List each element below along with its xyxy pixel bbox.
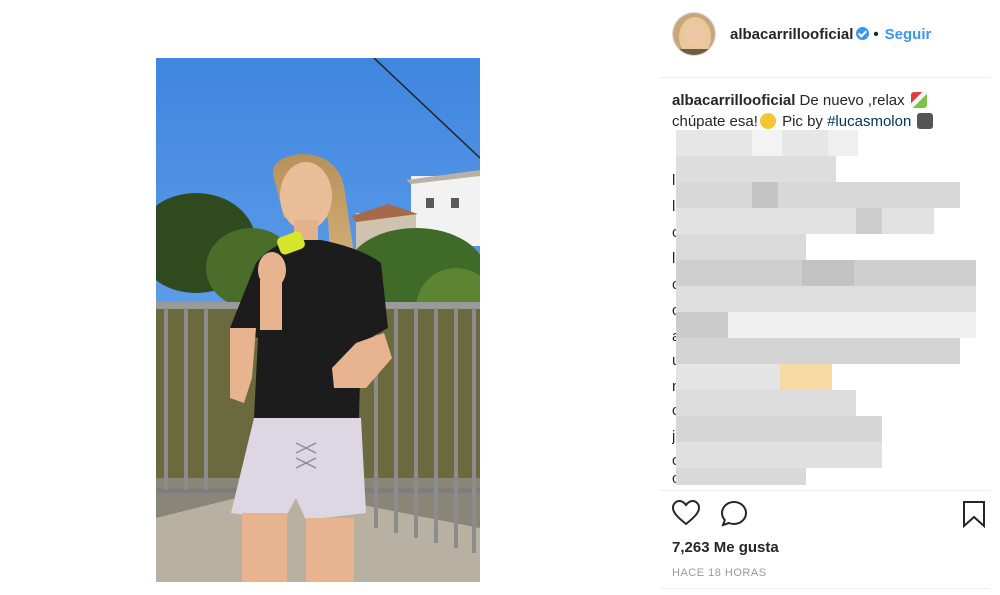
pixelation-block (676, 156, 836, 182)
verified-badge-icon (856, 27, 870, 40)
avatar[interactable] (672, 12, 716, 56)
username-link[interactable]: albacarrillooficial (730, 26, 853, 43)
heart-icon[interactable] (671, 499, 701, 531)
post-sidebar: albacarrillooficial • Seguir albacarrilloo… (660, 0, 990, 595)
pixelation-block (676, 312, 728, 338)
pixelation-block (676, 338, 960, 364)
pixelation-block (676, 234, 806, 260)
divider (660, 490, 990, 491)
pixelation-block (728, 312, 976, 338)
pixelation-block (676, 182, 960, 208)
post-timestamp[interactable]: HACE 18 HORAS (672, 567, 767, 579)
likes-count[interactable]: 7,263 Me gusta (672, 539, 779, 556)
post-photo-image (156, 58, 480, 582)
pixelation-block (752, 130, 782, 156)
pixelation-block (676, 442, 882, 468)
pixelation-block (676, 208, 934, 234)
divider (660, 588, 990, 589)
caption-text-line2: chúpate esa! (672, 113, 758, 130)
camera-flash-emoji-icon (917, 113, 934, 129)
header-user-line: albacarrillooficial • Seguir (730, 26, 931, 43)
post-header: albacarrillooficial • Seguir (660, 12, 990, 58)
pixelation-block (676, 468, 806, 485)
caption-pic-by: Pic by (777, 113, 828, 130)
pixelation-block (856, 208, 882, 234)
photo-area (0, 0, 636, 595)
pixelation-block (676, 286, 976, 312)
pixelation-block (802, 260, 854, 286)
post-caption: albacarrillooficial De nuevo ,relax chúp… (672, 90, 972, 132)
skewer-emoji-icon (910, 92, 927, 108)
pixelation-block (828, 130, 858, 156)
yum-face-emoji-icon (759, 113, 776, 129)
caption-username[interactable]: albacarrillooficial (672, 92, 795, 109)
divider (660, 77, 990, 78)
follow-button[interactable]: Seguir (885, 26, 932, 43)
pixelation-block (752, 182, 778, 208)
pixelation-block (676, 416, 882, 442)
comment-icon[interactable] (720, 500, 748, 533)
comment-initial: j (672, 428, 676, 445)
comment-initial: l (672, 250, 676, 267)
comment-initial: l (672, 172, 676, 189)
avatar-image (673, 13, 715, 55)
post-photo[interactable] (156, 58, 480, 582)
pixelation-block (780, 364, 832, 390)
pixelation-block (676, 390, 856, 416)
bookmark-icon[interactable] (962, 500, 986, 533)
caption-text-line1: De nuevo ,relax (795, 92, 909, 109)
comment-initial: l (672, 198, 676, 215)
post-actions (671, 499, 990, 533)
caption-hashtag-link[interactable]: #lucasmolon (827, 113, 911, 130)
separator-dot: • (873, 26, 879, 43)
comments-blurred: l l c l c c a u n c j c c l (672, 130, 977, 485)
